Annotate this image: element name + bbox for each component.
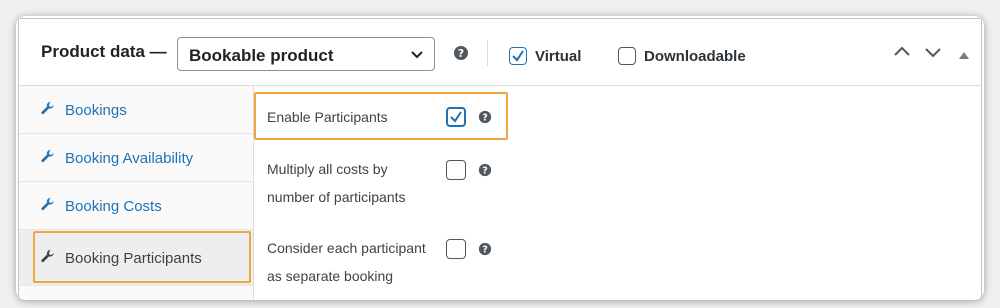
active-tab-highlight xyxy=(33,231,251,283)
move-down-icon[interactable] xyxy=(924,43,942,66)
multiply-costs-label-line2: number of participants xyxy=(267,189,406,205)
screenshot-frame: Product data — Bookable product ? Virtua… xyxy=(16,16,984,300)
sidebar-item-booking-availability[interactable]: Booking Availability xyxy=(19,134,253,182)
chevron-down-icon xyxy=(410,47,424,66)
sidebar-item-label: Bookings xyxy=(65,102,127,119)
svg-text:?: ? xyxy=(458,47,464,60)
virtual-checkbox[interactable] xyxy=(509,47,527,65)
wrench-icon xyxy=(41,197,55,216)
product-type-select[interactable]: Bookable product xyxy=(177,37,435,71)
help-icon[interactable]: ? xyxy=(478,110,492,129)
downloadable-label[interactable]: Downloadable xyxy=(644,48,746,65)
sidebar-item-label: Booking Availability xyxy=(65,150,194,167)
separate-booking-label-line2: as separate booking xyxy=(267,268,394,284)
separate-booking-checkbox[interactable] xyxy=(446,239,466,259)
panel-title: Product data — xyxy=(41,42,167,61)
panel-header: Product data — Bookable product ? Virtua… xyxy=(19,19,981,86)
sidebar-item-bookings[interactable]: Bookings xyxy=(19,86,253,134)
sidebar-item-booking-costs[interactable]: Booking Costs xyxy=(19,182,253,230)
move-up-icon[interactable] xyxy=(893,43,911,66)
enable-participants-label: Enable Participants xyxy=(267,109,388,125)
virtual-label[interactable]: Virtual xyxy=(535,48,581,65)
separate-booking-label-line1: Consider each participant xyxy=(267,240,426,256)
svg-text:?: ? xyxy=(482,245,488,256)
collapse-toggle-icon[interactable] xyxy=(958,47,970,65)
enable-participants-checkbox[interactable] xyxy=(446,107,466,127)
sidebar-item-label: Booking Costs xyxy=(65,198,162,215)
multiply-costs-label-line1: Multiply all costs by xyxy=(267,161,388,177)
svg-text:?: ? xyxy=(482,113,488,124)
help-icon[interactable]: ? xyxy=(478,163,492,182)
header-divider xyxy=(487,40,488,66)
product-data-panel: Product data — Bookable product ? Virtua… xyxy=(18,18,982,300)
help-icon[interactable]: ? xyxy=(453,45,469,66)
wrench-icon xyxy=(41,101,55,120)
help-icon[interactable]: ? xyxy=(478,242,492,261)
wrench-icon xyxy=(41,149,55,168)
svg-text:?: ? xyxy=(482,166,488,177)
product-type-value: Bookable product xyxy=(189,46,334,65)
downloadable-checkbox[interactable] xyxy=(618,47,636,65)
multiply-costs-checkbox[interactable] xyxy=(446,160,466,180)
